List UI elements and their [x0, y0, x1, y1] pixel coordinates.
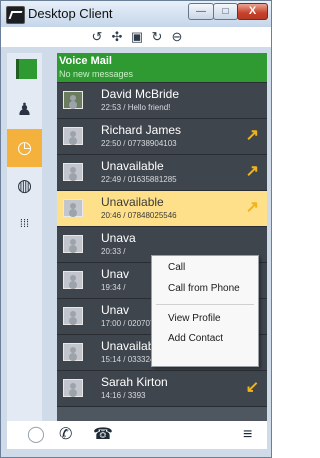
avatar — [63, 163, 83, 181]
desk-phone-icon[interactable]: ☎ — [93, 426, 113, 444]
close-button[interactable]: X — [237, 3, 268, 20]
caller-name: Unavailable — [101, 159, 164, 173]
caller-name: David McBride — [101, 87, 180, 101]
do-not-disturb-icon[interactable]: ⊖ — [169, 29, 185, 44]
menu-item-add-contact[interactable]: Add Contact — [168, 333, 223, 344]
sidebar-item-web[interactable]: ◍ — [7, 167, 42, 205]
sidebar: ♟ ◷ ◍ ⁞⁞⁞ — [7, 53, 42, 443]
avatar — [63, 379, 83, 397]
avatar — [63, 235, 83, 253]
contacts-icon: ♟ — [16, 100, 33, 119]
outgoing-call-icon: ↗ — [245, 163, 259, 180]
avatar — [63, 127, 83, 145]
call-detail: 22:53 / Hello friend! — [101, 103, 171, 112]
sidebar-item-contacts[interactable]: ♟ — [7, 91, 42, 129]
call-row[interactable]: David McBride 22:53 / Hello friend! — [57, 83, 267, 119]
context-menu: Call Call from Phone View Profile Add Co… — [151, 255, 259, 367]
title-bar[interactable]: Desktop Client — □ X — [1, 1, 271, 27]
menu-item-view-profile[interactable]: View Profile — [168, 313, 221, 324]
voicemail-status: No new messages — [59, 69, 134, 79]
menu-separator — [156, 304, 254, 305]
window-title: Desktop Client — [28, 6, 113, 21]
avatar — [63, 199, 83, 217]
call-detail: 14:16 / 3393 — [101, 391, 146, 400]
sidebar-item-history[interactable]: ◷ — [7, 129, 42, 167]
caller-name: Unava — [101, 231, 136, 245]
app-logo-icon — [6, 6, 25, 24]
desktop-client-window: Desktop Client — □ X ↺ ✣ ▣ ↻ ⊖ ♟ ◷ ◍ ⁞⁞⁞… — [0, 0, 272, 458]
bottom-bar: ◯ ✆ ☎ ≡ — [7, 421, 267, 449]
call-detail: 22:49 / 01635881285 — [101, 175, 177, 184]
transfer-icon[interactable]: ✣ — [109, 29, 125, 44]
call-detail: 22:50 / 07738904103 — [101, 139, 177, 148]
history-clock-icon: ◷ — [17, 138, 32, 157]
voicemail-title: Voice Mail — [59, 55, 112, 67]
call-detail: 20:46 / 07848025546 — [101, 211, 177, 220]
call-row[interactable]: Richard James 22:50 / 07738904103 ↗ — [57, 119, 267, 155]
outgoing-call-icon: ↗ — [245, 127, 259, 144]
caller-name: Sarah Kirton — [101, 375, 168, 389]
caller-name: Unavailable — [101, 195, 164, 209]
callback-icon[interactable]: ↻ — [149, 29, 165, 44]
voicemail-row[interactable]: Voice Mail No new messages — [57, 53, 267, 83]
caller-name: Unav — [101, 303, 130, 317]
chat-icon[interactable]: ◯ — [27, 426, 45, 444]
dialpad-icon: ⁞⁞⁞ — [19, 218, 30, 230]
phone-forward-icon[interactable]: ↺ — [89, 29, 105, 44]
incoming-call-icon: ↙ — [245, 379, 259, 396]
call-row[interactable]: Unavailable 22:49 / 01635881285 ↗ — [57, 155, 267, 191]
avatar — [63, 343, 83, 361]
outgoing-call-icon: ↗ — [245, 199, 259, 216]
menu-item-call[interactable]: Call — [168, 262, 185, 273]
call-park-icon[interactable]: ▣ — [129, 29, 145, 44]
call-row[interactable]: Sarah Kirton 14:16 / 3393 ↙ — [57, 371, 267, 407]
menu-icon[interactable]: ≡ — [243, 426, 252, 444]
maximize-button[interactable]: □ — [213, 3, 238, 20]
menu-item-call-from-phone[interactable]: Call from Phone — [168, 283, 240, 294]
call-detail: 19:34 / — [101, 283, 126, 292]
phone-icon[interactable]: ✆ — [59, 426, 72, 444]
call-detail: 20:33 / — [101, 247, 126, 256]
avatar — [63, 271, 83, 289]
globe-icon: ◍ — [17, 176, 32, 195]
sidebar-item-dialpad[interactable]: ⁞⁞⁞ — [7, 205, 42, 243]
voicemail-flag-icon — [16, 59, 37, 79]
sidebar-item-voicemail[interactable] — [7, 53, 42, 91]
caller-name: Richard James — [101, 123, 182, 137]
call-history-list: Voice Mail No new messages David McBride… — [57, 53, 267, 423]
call-row-selected[interactable]: Unavailable 20:46 / 07848025546 ↗ — [57, 191, 267, 227]
call-toolbar: ↺ ✣ ▣ ↻ ⊖ — [1, 27, 271, 47]
avatar — [63, 307, 83, 325]
avatar — [63, 91, 83, 109]
minimize-button[interactable]: — — [188, 3, 214, 20]
caller-name: Unav — [101, 267, 130, 281]
